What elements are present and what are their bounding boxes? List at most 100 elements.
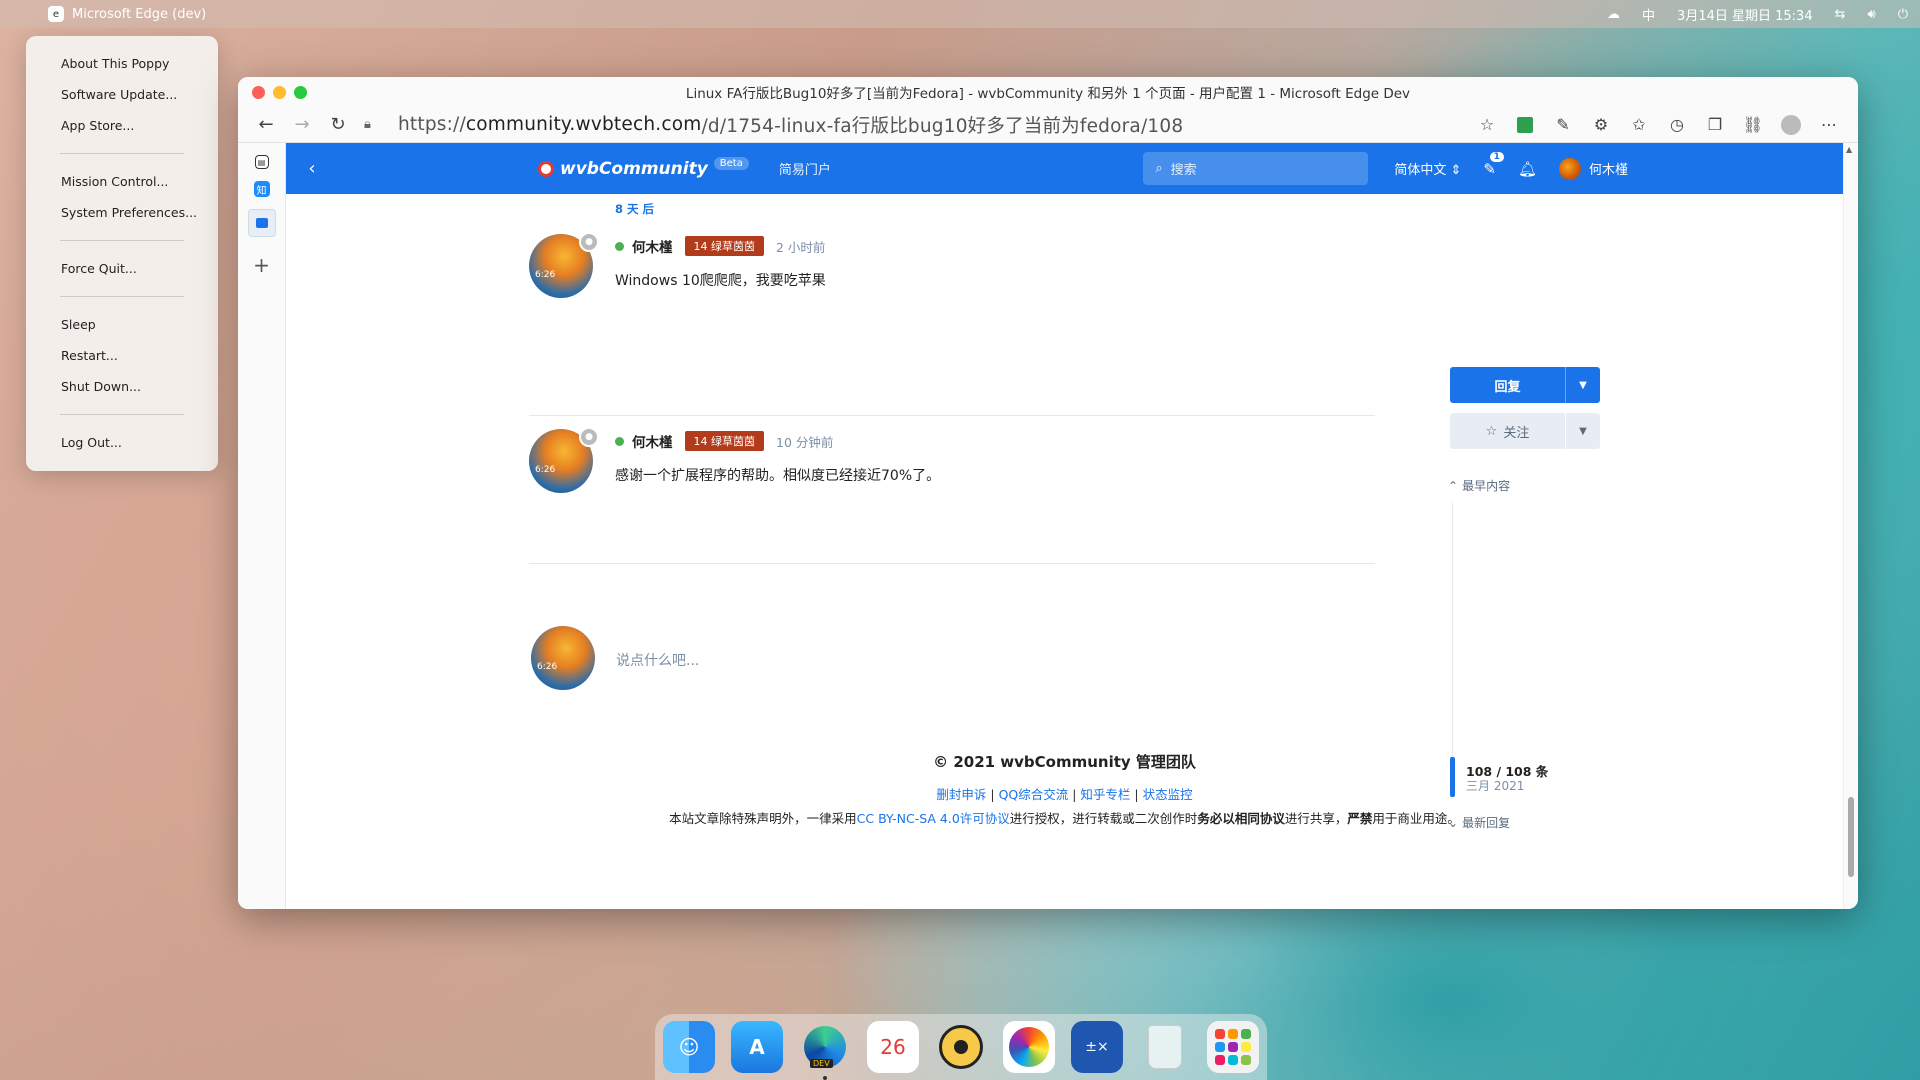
app-store-icon[interactable]: A <box>731 1021 783 1073</box>
calendar-icon[interactable]: 26 <box>867 1021 919 1073</box>
post-author[interactable]: 何木槿 <box>632 431 673 451</box>
post-time[interactable]: 10 分钟前 <box>776 432 833 451</box>
avatar-clock-text: 6:26 <box>535 465 556 475</box>
notif-count-badge: 1 <box>1489 151 1504 162</box>
favorites-icon[interactable]: ✩ <box>1620 110 1658 140</box>
menu-separator <box>60 153 184 154</box>
network-icon[interactable]: ⇆ <box>1835 7 1846 22</box>
reply-composer-input[interactable]: 说点什么吧... <box>616 650 699 670</box>
post-item: ● 6:26 何木槿 14 绿草茵茵 10 分钟前 感谢一个扩展程序的帮助。相似… <box>529 427 1219 549</box>
clock[interactable]: 3月14日 星期日 15:34 <box>1677 5 1813 24</box>
reply-button-group: 回复 ▼ <box>1450 367 1600 403</box>
language-selector[interactable]: 简体中文 ⇕ <box>1394 159 1461 178</box>
new-tab-plus-icon[interactable]: + <box>253 253 270 277</box>
collections-icon[interactable]: ❐ <box>1696 110 1734 140</box>
tab-icon-active[interactable] <box>247 209 276 237</box>
post-author[interactable]: 何木槿 <box>632 236 673 256</box>
calculator-icon[interactable]: ±× <box>1071 1021 1123 1073</box>
scrub-earliest-link[interactable]: ⌃ 最早内容 <box>1448 477 1598 494</box>
menu-item-log-out[interactable]: Log Out... <box>26 427 218 458</box>
history-icon[interactable]: ◷ <box>1658 110 1696 140</box>
footer-link-qq[interactable]: QQ综合交流 <box>999 787 1069 802</box>
footer-link-appeal[interactable]: 删封申诉 <box>936 787 986 802</box>
reply-dropdown-caret-icon[interactable]: ▼ <box>1566 367 1600 403</box>
post-avatar[interactable]: ● 6:26 <box>529 232 599 298</box>
post-avatar[interactable]: ● 6:26 <box>529 427 599 493</box>
more-menu-icon[interactable]: ⋯ <box>1810 110 1848 140</box>
search-icon: ⌕ <box>1155 161 1163 176</box>
menu-item-app-store[interactable]: App Store... <box>26 110 218 141</box>
menu-item-restart[interactable]: Restart... <box>26 340 218 371</box>
browser-toolbar: ← → ↻ 🔒︎ https:// community.wvbtech.com … <box>238 107 1858 143</box>
avatar <box>1558 157 1581 180</box>
icloud-icon[interactable]: ☁ <box>1607 7 1620 22</box>
logo-text: wvbCommunity <box>560 158 708 179</box>
nav-simple-portal[interactable]: 简易门户 <box>779 159 831 178</box>
share-icon[interactable]: ⛓ <box>1734 110 1772 140</box>
footer-link-zhihu[interactable]: 知乎专栏 <box>1080 787 1130 802</box>
recorder-icon[interactable] <box>935 1021 987 1073</box>
menu-item-software-update[interactable]: Software Update... <box>26 79 218 110</box>
browser-content: ▤ 知 + ‹ wvbCommunity Beta 简易门户 ⌕ 搜索 简体中文… <box>238 143 1858 909</box>
menu-item-shut-down[interactable]: Shut Down... <box>26 371 218 402</box>
input-method-indicator[interactable]: 中 <box>1642 5 1655 24</box>
footer-links: 删封申诉 | QQ综合交流 | 知乎专栏 | 状态监控 <box>936 787 1193 802</box>
title-bar[interactable]: Linux FA行版比Bug10好多了[当前为Fedora] - wvbComm… <box>238 77 1858 107</box>
refresh-icon[interactable]: ↻ <box>320 110 356 140</box>
tab-icon-page[interactable]: ▤ <box>254 155 269 169</box>
url-path: /d/1754-linux-fa行版比bug10好多了当前为fedora/108 <box>701 115 1184 137</box>
menu-item-force-quit[interactable]: Force Quit... <box>26 253 218 284</box>
post-time[interactable]: 2 小时前 <box>776 237 825 256</box>
zoom-window-button[interactable] <box>294 85 307 99</box>
scrollbar-thumb[interactable] <box>1848 797 1854 877</box>
chat-icon: ● <box>579 427 599 447</box>
avatar-clock-text: 6:26 <box>537 662 558 672</box>
site-header: ‹ wvbCommunity Beta 简易门户 ⌕ 搜索 简体中文 ⇕ ✎ 1 … <box>286 143 1843 194</box>
lock-icon[interactable]: 🔒︎ <box>364 117 386 132</box>
add-favorite-icon[interactable]: ☆ <box>1468 110 1506 140</box>
post-divider <box>529 415 1375 416</box>
extension-green-icon[interactable] <box>1506 110 1544 140</box>
extensions-icon[interactable]: ⚙ <box>1582 110 1620 140</box>
menu-separator <box>60 414 184 415</box>
active-app-name[interactable]: Microsoft Edge (dev) <box>72 7 206 22</box>
star-icon: ☆ <box>1485 423 1498 439</box>
user-menu[interactable]: 何木槿 <box>1558 157 1628 180</box>
tab-icon-zhihu[interactable]: 知 <box>253 181 270 197</box>
finder-icon[interactable]: ☺ <box>663 1021 715 1073</box>
extension-bird-icon[interactable]: ✎ <box>1544 110 1582 140</box>
menu-item-sleep[interactable]: Sleep <box>26 309 218 340</box>
chat-icon: ● <box>579 232 599 252</box>
minimize-window-button[interactable] <box>273 85 286 99</box>
bell-icon[interactable]: 🔔︎ <box>1518 160 1537 178</box>
scrub-track[interactable] <box>1452 503 1453 763</box>
power-icon[interactable]: ⏻ <box>1898 7 1908 22</box>
back-chevron-icon[interactable]: ‹ <box>286 143 338 194</box>
apple-dropdown-menu: About This Poppy Software Update... App … <box>26 36 218 471</box>
forward-arrow-icon[interactable]: → <box>284 110 320 140</box>
footer-title: © 2021 wvbCommunity 管理团队 <box>933 753 1196 771</box>
trash-icon[interactable] <box>1139 1021 1191 1073</box>
profile-avatar-icon[interactable] <box>1772 110 1810 140</box>
photos-icon[interactable] <box>1003 1021 1055 1073</box>
site-logo[interactable]: wvbCommunity Beta <box>538 157 749 179</box>
follow-button[interactable]: ☆ 关注 <box>1450 413 1566 449</box>
close-window-button[interactable] <box>252 85 265 99</box>
page-scrollbar[interactable]: ▲ <box>1843 143 1858 909</box>
address-bar[interactable]: 🔒︎ https:// community.wvbtech.com /d/175… <box>364 110 1468 140</box>
search-input[interactable]: ⌕ 搜索 <box>1143 152 1369 185</box>
reply-button[interactable]: 回复 <box>1450 367 1566 403</box>
follow-dropdown-caret-icon[interactable]: ▼ <box>1566 413 1600 449</box>
footer-link-status[interactable]: 状态监控 <box>1143 787 1193 802</box>
scroll-up-arrow-icon[interactable]: ▲ <box>1846 145 1852 154</box>
volume-icon[interactable]: 🔊︎ <box>1868 7 1876 22</box>
web-page: ‹ wvbCommunity Beta 简易门户 ⌕ 搜索 简体中文 ⇕ ✎ 1 … <box>286 143 1858 909</box>
license-link[interactable]: CC BY-NC-SA 4.0许可协议 <box>857 811 1010 826</box>
drafts-icon[interactable]: ✎ 1 <box>1483 151 1504 178</box>
launchpad-icon[interactable] <box>1207 1021 1259 1073</box>
menu-item-about[interactable]: About This Poppy <box>26 48 218 79</box>
menu-item-system-preferences[interactable]: System Preferences... <box>26 197 218 228</box>
menu-item-mission-control[interactable]: Mission Control... <box>26 166 218 197</box>
back-arrow-icon[interactable]: ← <box>248 110 284 140</box>
edge-dev-icon[interactable]: DEV <box>799 1021 851 1080</box>
